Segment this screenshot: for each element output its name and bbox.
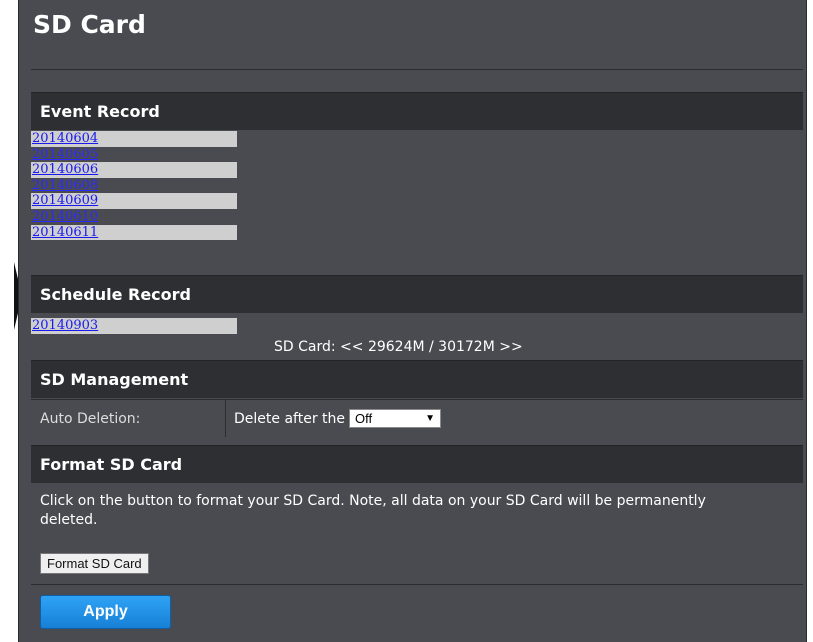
sd-management-header: SD Management — [31, 360, 803, 398]
auto-deletion-value: Delete after the Off ▼ — [226, 400, 803, 437]
event-record-link[interactable]: 20140605 — [31, 146, 237, 163]
event-record-link[interactable]: 20140608 — [31, 177, 237, 194]
event-record-link[interactable]: 20140609 — [31, 193, 237, 209]
event-record-link[interactable]: 20140604 — [31, 131, 237, 147]
sd-card-capacity: SD Card: << 29624M / 30172M >> — [274, 339, 523, 355]
schedule-record-header: Schedule Record — [31, 275, 803, 313]
format-description: Click on the button to format your SD Ca… — [40, 493, 706, 528]
auto-deletion-row: Auto Deletion: Delete after the Off ▼ — [31, 399, 803, 437]
title-divider — [31, 69, 803, 70]
apply-button[interactable]: Apply — [40, 595, 171, 629]
page-title: SD Card — [33, 10, 146, 39]
event-record-list: 20140604 20140605 20140606 20140608 2014… — [31, 131, 237, 241]
format-sd-card-button[interactable]: Format SD Card — [40, 553, 149, 574]
schedule-record-list: 20140903 — [31, 318, 237, 334]
auto-deletion-label: Auto Deletion: — [31, 400, 226, 437]
event-record-link[interactable]: 20140610 — [31, 208, 237, 225]
event-record-header: Event Record — [31, 92, 803, 130]
format-sd-card-header: Format SD Card — [31, 445, 803, 483]
apply-divider — [31, 584, 803, 585]
dropdown-arrow-icon: ▼ — [425, 413, 435, 424]
auto-deletion-select[interactable]: Off ▼ — [349, 409, 441, 428]
content-panel: SD Card Event Record 20140604 20140605 2… — [18, 0, 807, 642]
auto-deletion-selected-value: Off — [355, 411, 373, 426]
schedule-record-link[interactable]: 20140903 — [31, 318, 237, 334]
event-record-link[interactable]: 20140611 — [31, 224, 237, 241]
delete-after-label: Delete after the — [234, 410, 345, 427]
event-record-link[interactable]: 20140606 — [31, 162, 237, 178]
